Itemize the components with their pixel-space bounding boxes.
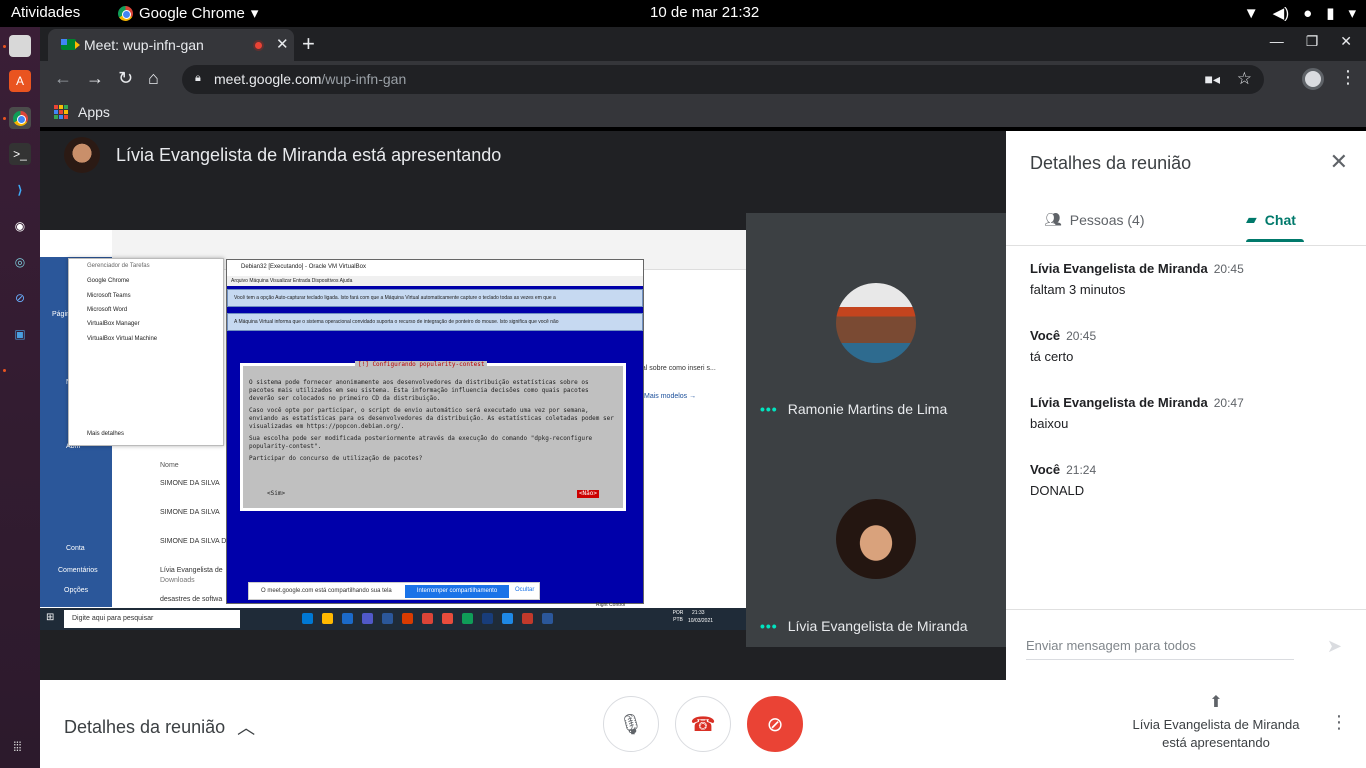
new-tab-button[interactable]: + [302, 31, 315, 57]
chat-message: Você 20:45 tá certo [1030, 328, 1097, 364]
show-apps-icon[interactable]: ⁞⁞⁞ [13, 739, 22, 754]
present-screen-icon: ⬆ [1209, 694, 1223, 711]
apps-grid-icon[interactable] [54, 105, 68, 119]
camera-button[interactable]: ⊘ [747, 696, 803, 752]
chat-message: Você 21:24 DONALD [1030, 462, 1097, 498]
profile-avatar[interactable] [1302, 68, 1324, 90]
participant-name: ••• Ramonie Martins de Lima [760, 401, 948, 417]
shared-virtualbox-window: Debian32 [Executando] - Oracle VM Virtua… [226, 259, 644, 604]
url-text: meet.google.com/wup-infn-gan [214, 71, 407, 87]
chat-message: Lívia Evangelista de Miranda 20:47 baixou [1030, 395, 1244, 431]
recording-indicator-icon [253, 40, 264, 51]
system-tray[interactable]: ▼ ◀) ● ▮ ▾ [1243, 4, 1356, 23]
presenting-status[interactable]: ⬆ Lívia Evangelista de Miranda está apre… [1122, 694, 1310, 752]
eye-app-icon[interactable]: ◉ [9, 215, 31, 237]
chrome-dock-icon[interactable] [9, 107, 31, 129]
bookmark-star-icon[interactable]: ☆ [1237, 69, 1252, 89]
virtualbox-icon[interactable]: ▣ [9, 323, 31, 345]
camera-app-icon[interactable]: ◎ [9, 251, 31, 273]
speaking-indicator-icon: ••• [760, 401, 778, 417]
microphone-icon: ● [1303, 4, 1313, 22]
terminal-icon[interactable]: >_ [9, 143, 31, 165]
chat-composer: Enviar mensagem para todos ➤ [1006, 609, 1366, 680]
meeting-details-toggle[interactable]: Detalhes da reunião ︿ [64, 714, 255, 740]
meet-favicon-icon [61, 39, 80, 50]
send-icon[interactable]: ➤ [1327, 636, 1342, 657]
tab-strip: Meet: wup-infn-gan ✕ + — ❐ ✕ [40, 27, 1366, 61]
active-tab-indicator [1246, 239, 1304, 242]
volume-icon: ◀) [1272, 5, 1290, 22]
chat-input[interactable]: Enviar mensagem para todos [1026, 638, 1294, 660]
close-window-icon[interactable]: ✕ [1340, 33, 1352, 50]
tab-chat[interactable]: ▰ Chat [1246, 211, 1296, 228]
tab-meet[interactable]: Meet: wup-infn-gan ✕ [48, 29, 294, 61]
battery-icon: ▮ [1326, 5, 1335, 22]
shared-task-manager: Gerenciador de Tarefas Google Chrome Mic… [68, 258, 224, 446]
vscode-icon[interactable]: ⟩ [9, 179, 31, 201]
people-icon: 👥︎ [1044, 211, 1062, 227]
debconf-dialog: [!] Configurando popularity-contest O si… [240, 361, 626, 511]
system-clock[interactable]: 10 de mar 21:32 [650, 4, 759, 21]
camera-in-use-icon[interactable]: ■◂ [1205, 71, 1220, 88]
chevron-down-icon: ▾ [1348, 5, 1356, 22]
wifi-icon: ▼ [1243, 4, 1259, 22]
files-icon[interactable] [9, 35, 31, 57]
restore-icon[interactable]: ❐ [1306, 33, 1319, 50]
presenter-header: Lívia Evangelista de Miranda está aprese… [64, 137, 501, 173]
shared-windows-taskbar: ⊞ Digite aqui para pesquisar POR PTB 21:… [40, 602, 746, 630]
presenter-avatar [64, 137, 100, 173]
app-menu-label: Google Chrome [139, 4, 245, 22]
meet-page: Lívia Evangelista de Miranda está aprese… [40, 131, 1366, 768]
presenting-banner: Lívia Evangelista de Miranda está aprese… [116, 144, 502, 165]
network-app-icon[interactable]: ⊘ [9, 287, 31, 309]
microphone-icon: 🎙︎ [618, 713, 644, 736]
lock-icon: 🔒︎ [195, 72, 201, 84]
meeting-details-panel: Detalhes da reunião ✕ 👥︎ Pessoas (4) ▰ C… [1006, 131, 1366, 680]
close-tab-icon[interactable]: ✕ [276, 35, 289, 53]
forward-icon[interactable]: → [86, 68, 104, 89]
window-controls: — ❐ ✕ [1270, 33, 1352, 50]
panel-title: Detalhes da reunião [1030, 153, 1192, 173]
caret-down-icon: ▾ [250, 5, 259, 22]
microphone-button[interactable]: 🎙︎ [603, 696, 659, 752]
back-icon[interactable]: ← [54, 68, 72, 89]
tab-title: Meet: wup-infn-gan [84, 37, 204, 53]
hang-up-icon: ☎︎ [690, 713, 716, 736]
participant-avatar [836, 283, 916, 363]
ubuntu-dock: A >_ ⟩ ◉ ◎ ⊘ ▣ ⁞⁞⁞ [0, 27, 40, 768]
software-center-icon[interactable]: A [9, 70, 31, 92]
camera-off-icon: ⊘ [766, 713, 784, 736]
more-options-icon[interactable]: ⋮ [1330, 712, 1348, 733]
browser-toolbar: ← → ↻ ⌂ 🔒︎ meet.google.com/wup-infn-gan … [40, 61, 1366, 97]
shared-screen: Págin N Abrir Conta Comentários Opções G… [40, 230, 746, 630]
system-top-bar: Atividades Google Chrome ▾ 10 de mar 21:… [0, 0, 1366, 27]
home-icon[interactable]: ⌂ [148, 68, 159, 89]
tab-people[interactable]: 👥︎ Pessoas (4) [1044, 211, 1144, 228]
address-bar[interactable]: 🔒︎ meet.google.com/wup-infn-gan ■◂ ☆ [182, 65, 1264, 94]
activities-button[interactable]: Atividades [11, 4, 80, 21]
participant-avatar [836, 499, 916, 579]
chrome-icon [118, 5, 133, 21]
bookmark-apps[interactable]: Apps [78, 104, 110, 120]
chat-icon: ▰ [1246, 211, 1257, 227]
chrome-menu-icon[interactable]: ⋮ [1339, 67, 1357, 88]
chevron-up-icon: ︿ [237, 718, 256, 738]
speaking-indicator-icon: ••• [760, 618, 778, 634]
share-notice-bar: O meet.google.com está compartilhando su… [248, 582, 540, 600]
reload-icon[interactable]: ↻ [118, 68, 133, 89]
chat-message: Lívia Evangelista de Miranda 20:45 faltam… [1030, 261, 1244, 297]
close-panel-icon[interactable]: ✕ [1330, 149, 1348, 175]
participant-name: ••• Lívia Evangelista de Miranda [760, 618, 968, 634]
participant-tiles: ••• Ramonie Martins de Lima ••• Lívia Ev… [746, 213, 1006, 647]
meet-bottom-bar: Detalhes da reunião ︿ 🎙︎ ☎︎ ⊘ ⬆ Lívia Ev… [40, 680, 1366, 768]
app-menu[interactable]: Google Chrome ▾ [118, 4, 258, 22]
bookmarks-bar: Apps [40, 97, 1366, 127]
leave-call-button[interactable]: ☎︎ [675, 696, 731, 752]
minimize-icon[interactable]: — [1270, 33, 1284, 50]
